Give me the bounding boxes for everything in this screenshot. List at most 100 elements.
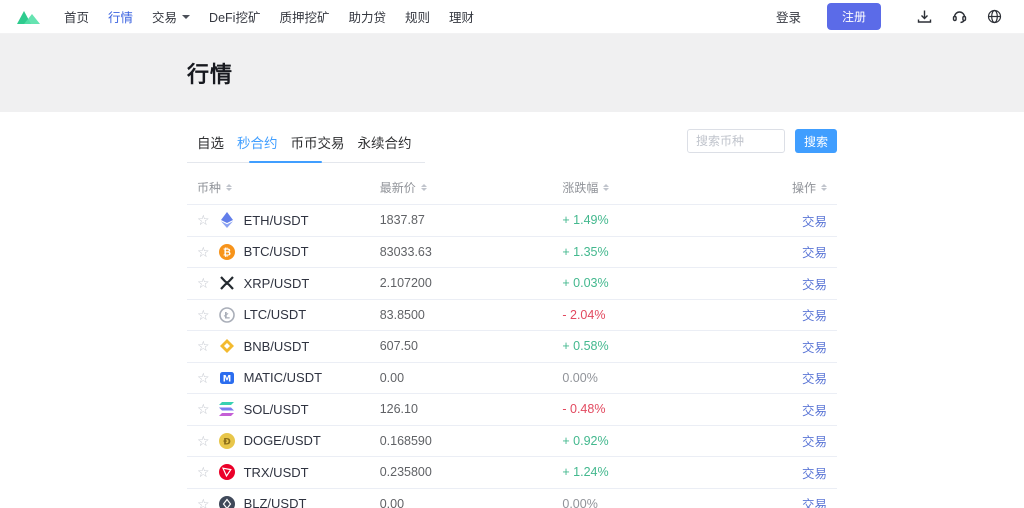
brand-logo[interactable]: [16, 8, 42, 26]
page: 首页 行情 交易 DeFi挖矿 质押挖矿 助力贷 规则 理财 登录 注册 行情 …: [0, 0, 1024, 508]
change-percent: - 2.04%: [562, 307, 606, 322]
latest-price: 0.00: [379, 370, 405, 385]
search-input[interactable]: [687, 129, 785, 153]
trade-link[interactable]: 交易: [802, 400, 827, 419]
language-globe-icon[interactable]: [987, 9, 1002, 24]
trade-link[interactable]: 交易: [802, 242, 827, 261]
market-tab[interactable]: 永续合约: [358, 132, 412, 152]
favorite-star-icon[interactable]: ☆: [197, 465, 210, 479]
table-header: 币种 最新价 涨跌幅 操作: [187, 171, 837, 204]
trade-link[interactable]: 交易: [802, 368, 827, 387]
favorite-star-icon[interactable]: ☆: [197, 339, 210, 353]
market-tab[interactable]: 秒合约: [237, 132, 278, 152]
coin-cell: ☆ XRP/USDT: [197, 275, 380, 291]
trade-link[interactable]: 交易: [802, 337, 827, 356]
blz-coin-icon: [218, 495, 235, 508]
favorite-star-icon[interactable]: ☆: [197, 245, 210, 259]
svg-text:₿: ₿: [222, 246, 230, 258]
change-percent: 0.00%: [562, 496, 598, 508]
nav-item[interactable]: DeFi挖矿: [209, 7, 260, 26]
sort-caret-icon[interactable]: [226, 181, 233, 195]
active-tab-ink-bar: [249, 161, 322, 163]
coin-cell: ☆ M MATIC/USDT: [197, 370, 380, 386]
nav-item[interactable]: 理财: [449, 7, 474, 26]
column-header-label: 涨跌幅: [562, 181, 599, 195]
trx-coin-icon: [218, 464, 235, 481]
nav-item[interactable]: 交易: [152, 7, 191, 26]
download-app-icon[interactable]: [917, 9, 932, 24]
doge-coin-icon: Đ: [218, 432, 235, 449]
coin-cell: ☆ BLZ/USDT: [197, 495, 380, 508]
table-body: ☆ ETH/USDT 1837.87 + 1.49% 交易 ☆ ₿ BTC/US…: [187, 204, 837, 508]
coin-cell: ☆ SOL/USDT: [197, 401, 380, 417]
market-content: 自选秒合约币币交易永续合约 搜索 币种 最新价 涨跌幅 操作 ☆ ETH/USD…: [187, 112, 837, 508]
trade-link[interactable]: 交易: [802, 305, 827, 324]
trade-link[interactable]: 交易: [802, 463, 827, 482]
nav-item[interactable]: 质押挖矿: [279, 7, 329, 26]
nav-item[interactable]: 首页: [64, 7, 89, 26]
change-percent: + 1.24%: [562, 465, 609, 480]
trade-link[interactable]: 交易: [802, 431, 827, 450]
table-row: ☆ Đ DOGE/USDT 0.168590 + 0.92% 交易: [187, 424, 837, 457]
customer-service-icon[interactable]: [952, 9, 967, 24]
column-header[interactable]: 最新价: [380, 179, 563, 196]
search-button[interactable]: 搜索: [795, 129, 837, 153]
matic-coin-icon: M: [219, 370, 235, 386]
nav-item-label: 质押挖矿: [279, 11, 330, 25]
main-nav: 首页 行情 交易 DeFi挖矿 质押挖矿 助力贷 规则 理财: [64, 7, 493, 26]
navbar-right: 登录 注册: [776, 3, 1008, 30]
coin-cell: ☆ TRX/USDT: [197, 464, 380, 481]
favorite-star-icon[interactable]: ☆: [197, 308, 210, 322]
market-tab[interactable]: 自选: [197, 132, 224, 152]
latest-price: 607.50: [379, 339, 418, 354]
market-tab[interactable]: 币币交易: [291, 132, 345, 152]
coin-cell: ☆ BNB/USDT: [197, 338, 380, 354]
login-link[interactable]: 登录: [776, 7, 801, 26]
sort-caret-icon[interactable]: [603, 181, 610, 195]
table-row: ☆ BLZ/USDT 0.00 0.00% 交易: [187, 487, 837, 508]
register-button[interactable]: 注册: [826, 3, 881, 30]
favorite-star-icon[interactable]: ☆: [197, 497, 210, 508]
sort-caret-icon[interactable]: [821, 181, 827, 195]
favorite-star-icon[interactable]: ☆: [197, 371, 210, 385]
market-toolbar: 自选 秒合约 币币交易 永续合约 搜索: [187, 127, 837, 163]
table-row: ☆ SOL/USDT 126.10 - 0.48% 交易: [187, 393, 837, 425]
nav-item-label: 行情: [108, 11, 134, 25]
market-tabs: 自选 秒合约 币币交易 永续合约: [187, 127, 425, 163]
table-row: ☆ XRP/USDT 2.107200 + 0.03% 交易: [187, 267, 837, 299]
column-header[interactable]: 币种: [197, 179, 380, 196]
latest-price: 2.107200: [379, 276, 432, 291]
column-header[interactable]: 涨跌幅: [562, 179, 751, 196]
nav-item[interactable]: 规则: [405, 7, 430, 26]
column-header[interactable]: 操作: [751, 179, 827, 196]
trade-link[interactable]: 交易: [802, 274, 827, 293]
change-percent: + 0.92%: [562, 433, 609, 448]
latest-price: 83033.63: [379, 244, 432, 259]
pair-name: TRX/USDT: [243, 464, 309, 480]
nav-item-label: 交易: [152, 11, 178, 25]
table-row: ☆ TRX/USDT 0.235800 + 1.24% 交易: [187, 456, 837, 488]
pair-name: DOGE/USDT: [243, 433, 321, 449]
nav-item-label: 助力贷: [348, 11, 386, 25]
pair-name: SOL/USDT: [243, 401, 309, 417]
favorite-star-icon[interactable]: ☆: [197, 434, 210, 448]
top-navbar: 首页 行情 交易 DeFi挖矿 质押挖矿 助力贷 规则 理财 登录 注册: [0, 0, 1024, 34]
nav-item-label: DeFi挖矿: [209, 11, 261, 25]
pair-name: ETH/USDT: [243, 212, 309, 228]
coin-cell: ☆ ETH/USDT: [197, 212, 380, 229]
btc-coin-icon: ₿: [218, 243, 235, 260]
favorite-star-icon[interactable]: ☆: [197, 402, 210, 416]
change-percent: + 1.49%: [562, 213, 609, 228]
trade-link[interactable]: 交易: [802, 494, 827, 508]
trade-link[interactable]: 交易: [802, 211, 827, 230]
favorite-star-icon[interactable]: ☆: [197, 213, 210, 227]
market-table: 币种 最新价 涨跌幅 操作 ☆ ETH/USDT 1837.87 + 1.49%…: [187, 171, 837, 508]
nav-item[interactable]: 行情: [108, 7, 133, 26]
favorite-star-icon[interactable]: ☆: [197, 276, 210, 290]
pair-name: XRP/USDT: [243, 275, 310, 291]
nav-item[interactable]: 助力贷: [348, 7, 386, 26]
table-row: ☆ Ł LTC/USDT 83.8500 - 2.04% 交易: [187, 298, 837, 331]
sort-caret-icon[interactable]: [420, 181, 427, 195]
table-row: ☆ BNB/USDT 607.50 + 0.58% 交易: [187, 330, 837, 362]
change-percent: + 0.58%: [562, 339, 609, 354]
